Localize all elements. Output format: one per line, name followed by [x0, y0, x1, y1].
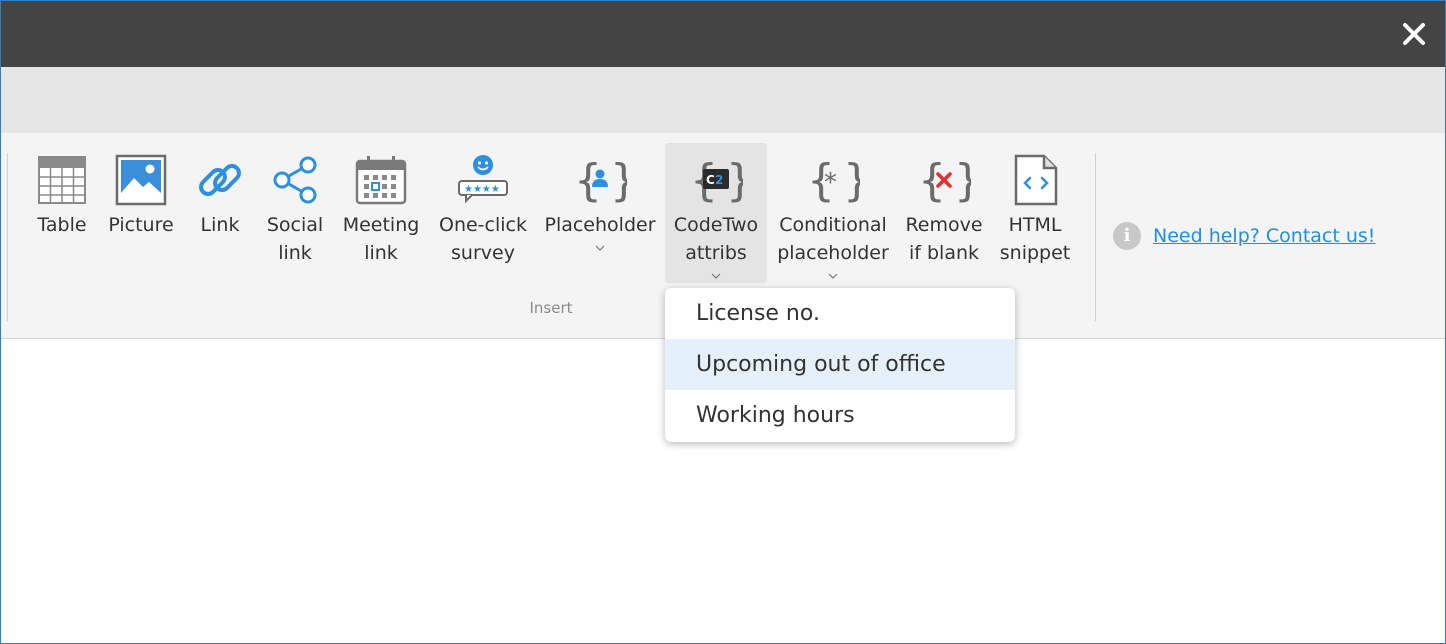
dropdown-item-working-hours[interactable]: Working hours	[665, 390, 1015, 441]
survey-icon: ★★★★	[458, 155, 508, 204]
svg-text:}: }	[843, 155, 860, 206]
dropdown-item-upcoming-out-of-office[interactable]: Upcoming out of office	[665, 339, 1015, 390]
svg-text:C: C	[706, 173, 715, 187]
dropdown-item-license-no[interactable]: License no.	[665, 288, 1015, 339]
html-snippet-button[interactable]: HTML snippet	[995, 143, 1075, 281]
chevron-down-icon	[828, 273, 838, 279]
picture-button[interactable]: Picture	[105, 143, 177, 281]
conditional-placeholder-label: Conditional placeholder	[777, 214, 889, 264]
social-link-button[interactable]: Social link	[259, 143, 331, 281]
html-snippet-icon	[1014, 154, 1058, 206]
title-bar	[1, 1, 1445, 67]
toolbar-strip	[1, 67, 1445, 133]
remove-if-blank-button[interactable]: { } Remove if blank	[899, 143, 989, 281]
calendar-icon	[355, 156, 407, 205]
remove-if-blank-label: Remove if blank	[905, 214, 983, 264]
svg-text:2: 2	[715, 173, 723, 187]
table-label: Table	[37, 214, 87, 236]
table-icon	[38, 156, 86, 204]
picture-icon	[115, 154, 167, 206]
codetwo-attribs-label: CodeTwo attribs	[673, 214, 759, 264]
group-label-insert: Insert	[529, 299, 573, 317]
ribbon-separator	[1095, 153, 1096, 321]
svg-text:}: }	[954, 155, 971, 206]
html-snippet-label: HTML snippet	[999, 214, 1071, 264]
table-button[interactable]: Table	[27, 143, 97, 281]
ribbon-edge	[7, 153, 8, 321]
close-icon	[1403, 23, 1425, 45]
placeholder-label: Placeholder	[544, 214, 656, 236]
help-area: i Need help? Contact us!	[1113, 221, 1375, 251]
svg-text:*: *	[824, 168, 837, 198]
codetwo-attribs-dropdown: License no. Upcoming out of office Worki…	[665, 288, 1015, 442]
placeholder-icon: { }	[574, 155, 627, 206]
meeting-link-button[interactable]: Meeting link	[339, 143, 423, 281]
social-link-label: Social link	[266, 214, 324, 264]
one-click-survey-label: One-click survey	[439, 214, 527, 264]
placeholder-button[interactable]: { } Placeholder	[543, 143, 657, 281]
conditional-placeholder-icon: { } *	[807, 155, 860, 206]
one-click-survey-button[interactable]: ★★★★ One-click survey	[435, 143, 531, 281]
link-button[interactable]: Link	[189, 143, 251, 281]
close-button[interactable]	[1399, 19, 1429, 49]
svg-text:★★★★: ★★★★	[464, 184, 500, 195]
picture-label: Picture	[108, 214, 174, 236]
link-label: Link	[200, 214, 240, 236]
meeting-link-label: Meeting link	[342, 214, 420, 264]
chevron-down-icon	[711, 273, 721, 279]
codetwo-attribs-button[interactable]: { } C 2 CodeTwo attribs	[665, 143, 767, 283]
dialog-window: Table Picture Link Social link Meeting l…	[0, 0, 1446, 644]
chevron-down-icon	[595, 245, 605, 251]
conditional-placeholder-button[interactable]: { } * Conditional placeholder	[775, 143, 891, 281]
link-icon	[199, 164, 241, 196]
svg-text:}: }	[610, 155, 627, 206]
remove-if-blank-icon: { }	[918, 155, 971, 206]
info-icon: i	[1113, 222, 1141, 250]
share-icon	[273, 156, 317, 204]
codetwo-icon: { } C 2	[690, 155, 743, 206]
need-help-link[interactable]: Need help? Contact us!	[1153, 225, 1375, 247]
